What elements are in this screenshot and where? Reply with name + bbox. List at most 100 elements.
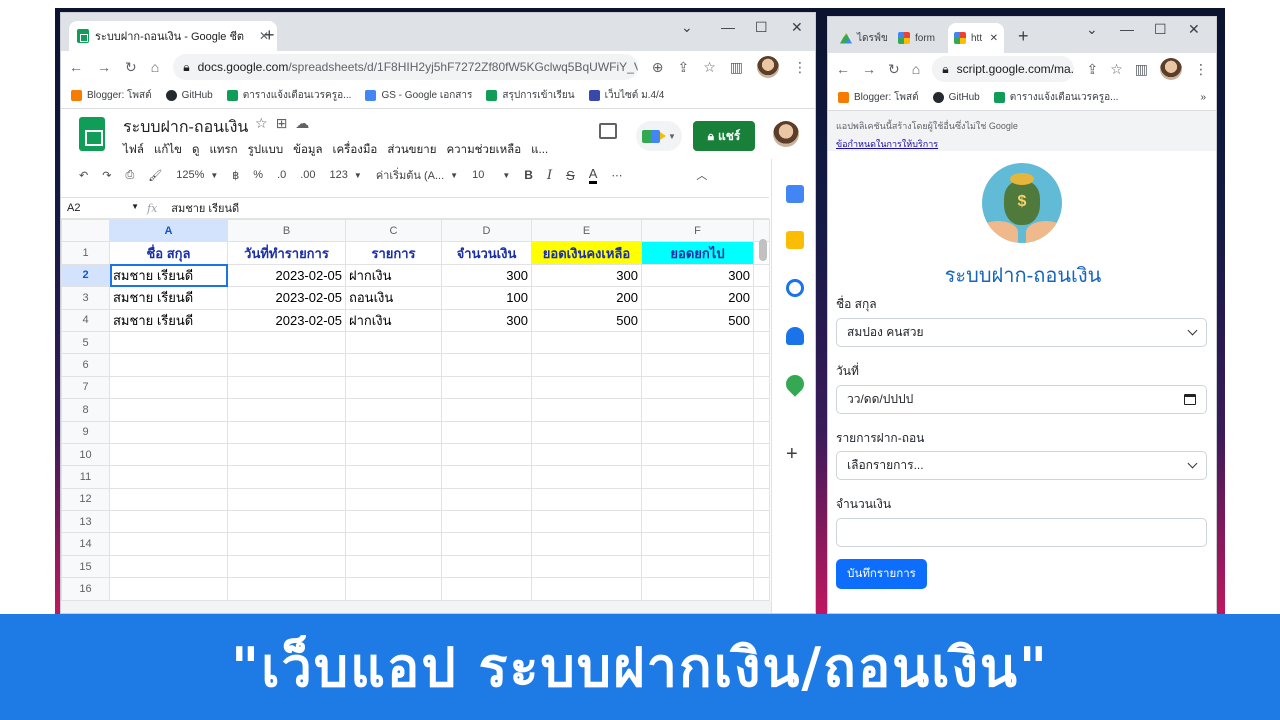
header-cell-date[interactable]: วันที่ทำรายการ — [227, 241, 346, 265]
browser-tab-sheets[interactable]: ระบบฝาก-ถอนเงิน - Google ชีต ✕ — [69, 21, 277, 51]
maximize-icon[interactable]: ☐ — [755, 19, 768, 36]
back-icon[interactable]: ← — [69, 59, 83, 75]
cell[interactable]: 500 — [531, 308, 642, 332]
header-cell-amount[interactable]: จำนวนเงิน — [441, 241, 532, 265]
cell[interactable] — [227, 510, 346, 534]
share-page-icon[interactable]: ⇪ — [677, 59, 689, 76]
menu-edit[interactable]: แก้ไข — [154, 141, 182, 159]
bookmark-duty-table[interactable]: ตารางแจ้งเตือนเวรครูอ... — [993, 90, 1118, 105]
menu-format[interactable]: รูปแบบ — [248, 141, 284, 159]
cell[interactable] — [345, 375, 442, 400]
bookmark-duty-table[interactable]: ตารางแจ้งเตือนเวรครูอ... — [226, 88, 351, 103]
keep-icon[interactable] — [786, 231, 804, 249]
cell[interactable] — [641, 420, 754, 444]
vertical-scrollbar[interactable] — [759, 239, 767, 261]
cell[interactable]: ฝากเงิน — [345, 308, 442, 332]
cell[interactable] — [227, 398, 346, 422]
percent-button[interactable]: % — [253, 169, 263, 181]
cell[interactable] — [345, 510, 442, 534]
terms-link[interactable]: ข้อกำหนดในการให้บริการ — [836, 135, 1208, 153]
cell[interactable] — [641, 532, 754, 556]
bookmark-blogger[interactable]: Blogger: โพสต์ — [71, 88, 152, 103]
more-options-icon[interactable]: ⋯ — [611, 169, 622, 182]
home-icon[interactable]: ⌂ — [912, 61, 920, 77]
calendar-icon[interactable] — [786, 185, 804, 203]
cell[interactable] — [109, 398, 228, 422]
row-number[interactable]: 3 — [61, 286, 110, 310]
cell[interactable]: 2023-02-05 — [227, 263, 346, 288]
home-icon[interactable]: ⌂ — [151, 59, 159, 75]
cell[interactable]: สมชาย เรียนดี — [109, 286, 228, 310]
forward-icon[interactable]: → — [862, 61, 876, 77]
cell[interactable]: 2023-02-05 — [227, 308, 346, 332]
cell[interactable]: 300 — [441, 308, 532, 332]
row-number[interactable]: 6 — [61, 353, 110, 377]
bookmark-github[interactable]: GitHub — [932, 92, 980, 103]
cell[interactable] — [345, 330, 442, 355]
cell[interactable]: 100 — [441, 286, 532, 310]
cell[interactable] — [531, 375, 642, 400]
currency-icon[interactable]: ฿ — [232, 169, 239, 182]
side-panel-icon[interactable]: ▥ — [730, 59, 743, 76]
cell[interactable] — [531, 510, 642, 534]
cell[interactable] — [345, 554, 442, 579]
cloud-status-icon[interactable]: ☁ — [295, 115, 317, 131]
row-number[interactable]: 4 — [61, 308, 110, 332]
cell[interactable]: 300 — [531, 263, 642, 288]
cell[interactable] — [345, 487, 442, 512]
row-number[interactable]: 8 — [61, 398, 110, 422]
increase-decimal-button[interactable]: .00 — [300, 169, 315, 181]
cell[interactable] — [441, 353, 532, 377]
document-title[interactable]: ระบบฝาก-ถอนเงิน — [123, 115, 248, 140]
cell[interactable] — [345, 353, 442, 377]
cell[interactable] — [641, 510, 754, 534]
row-number[interactable]: 1 — [61, 241, 110, 265]
strikethrough-icon[interactable]: S — [566, 168, 575, 183]
bookmark-gs-docs[interactable]: GS - Google เอกสาร — [365, 88, 472, 103]
save-transaction-button[interactable]: บันทึกรายการ — [836, 559, 927, 589]
reload-icon[interactable]: ↻ — [125, 59, 137, 76]
cell[interactable] — [345, 532, 442, 556]
cell[interactable]: ถอนเงิน — [345, 286, 442, 310]
header-cell-name[interactable]: ชื่อ สกุล — [109, 241, 228, 265]
cell[interactable] — [109, 330, 228, 355]
reload-icon[interactable]: ↻ — [888, 61, 900, 78]
cell[interactable] — [441, 420, 532, 444]
cell[interactable]: 200 — [531, 286, 642, 310]
cell[interactable] — [227, 442, 346, 467]
cell[interactable]: 500 — [641, 308, 754, 332]
address-bar[interactable]: 🔒︎ script.google.com/ma... — [932, 56, 1075, 82]
user-avatar[interactable] — [773, 121, 799, 147]
menu-file[interactable]: ไฟล์ — [123, 141, 144, 159]
cell[interactable] — [531, 420, 642, 444]
profile-avatar[interactable] — [1160, 58, 1182, 80]
header-cell-type[interactable]: รายการ — [345, 241, 442, 265]
cell[interactable] — [641, 398, 754, 422]
header-cell-carry[interactable]: ยอดยกไป — [641, 241, 754, 265]
cell[interactable] — [531, 554, 642, 579]
cell[interactable]: 300 — [641, 263, 754, 288]
tab-search-icon[interactable]: ⌄ — [1086, 21, 1098, 38]
cell[interactable] — [531, 487, 642, 512]
cell[interactable] — [227, 532, 346, 556]
cell[interactable] — [531, 398, 642, 422]
row-number[interactable]: 9 — [61, 420, 110, 444]
menu-more[interactable]: แ... — [531, 141, 548, 159]
paint-format-icon[interactable]: 🖌︎ — [148, 169, 162, 182]
cell[interactable]: 2023-02-05 — [227, 286, 346, 310]
cell[interactable] — [641, 465, 754, 489]
menu-insert[interactable]: แทรก — [209, 141, 237, 159]
maximize-icon[interactable]: ☐ — [1154, 21, 1167, 38]
bookmark-attendance[interactable]: สรุปการเข้าเรียน — [486, 88, 575, 103]
cell[interactable] — [227, 577, 346, 601]
cell[interactable] — [345, 398, 442, 422]
menu-tools[interactable]: เครื่องมือ — [333, 141, 378, 159]
bookmark-star-icon[interactable]: ☆ — [1110, 61, 1123, 78]
cell[interactable] — [641, 375, 754, 400]
redo-icon[interactable]: ↷ — [102, 169, 111, 182]
cell[interactable] — [641, 442, 754, 467]
cell[interactable] — [441, 375, 532, 400]
menu-data[interactable]: ข้อมูล — [293, 141, 322, 159]
row-number[interactable]: 7 — [61, 375, 110, 400]
cell[interactable] — [109, 577, 228, 601]
